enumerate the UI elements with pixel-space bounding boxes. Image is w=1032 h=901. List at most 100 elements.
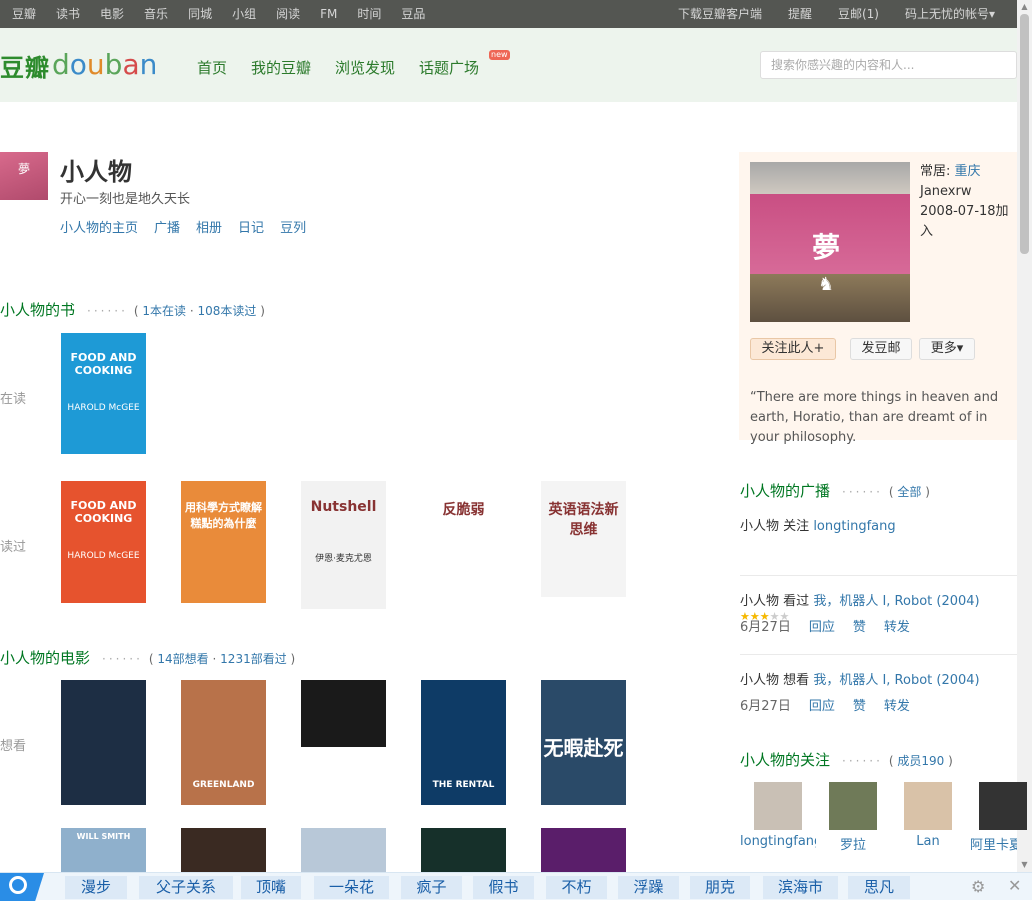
user-quote: “There are more things in heaven and ear… [750, 390, 999, 445]
movie-poster[interactable] [301, 680, 386, 747]
global-nav-item[interactable]: 阅读 [276, 0, 300, 28]
movie-poster[interactable]: GREENLAND [181, 680, 266, 805]
gear-icon[interactable]: ⚙ [971, 877, 985, 896]
account-nav-item[interactable]: 码上无忧的帐号▾ [905, 0, 995, 28]
scroll-up-arrow-icon[interactable]: ▲ [1020, 2, 1029, 11]
following-title[interactable]: 小人物的关注 [740, 751, 830, 769]
following-name[interactable]: 阿里卡夏 [970, 834, 1017, 853]
main-nav-item[interactable]: 浏览发现 [335, 57, 395, 78]
following-avatar[interactable] [979, 782, 1027, 830]
hot-tag[interactable]: 漫步 [65, 876, 127, 899]
send-mail-button[interactable]: 发豆邮 [850, 338, 912, 360]
following-avatar[interactable] [829, 782, 877, 830]
book-cover[interactable]: FOOD AND COOKING HAROLD McGEE [61, 333, 146, 454]
global-nav-item[interactable]: 豆品 [401, 0, 425, 28]
user-avatar[interactable]: 夢 [0, 152, 48, 200]
profile-link[interactable]: 相册 [196, 217, 222, 236]
movies-want-link[interactable]: 14部想看 [157, 652, 208, 666]
movie-poster[interactable] [421, 828, 506, 872]
hot-tag[interactable]: 顶嘴 [241, 876, 301, 899]
hot-tag[interactable]: 不朽 [546, 876, 607, 899]
books-meta: ( 1本在读 · 108本读过 ) [133, 304, 265, 318]
douban-logo-cn[interactable]: 豆瓣 [0, 48, 50, 83]
profile-link[interactable]: 日记 [238, 217, 264, 236]
global-nav-item[interactable]: 豆瓣 [12, 0, 36, 28]
movie-poster[interactable] [301, 828, 386, 872]
search-logo-icon[interactable] [0, 873, 44, 901]
profile-link[interactable]: 广播 [154, 217, 180, 236]
city-link[interactable]: 重庆 [955, 164, 981, 179]
bc-target-link[interactable]: 我，机器人 I, Robot (2004) [813, 594, 979, 609]
bc-target-link[interactable]: 我，机器人 I, Robot (2004) [813, 673, 979, 688]
broadcast-item: 小人物 关注 longtingfang [740, 515, 896, 534]
hot-tag[interactable]: 朋克 [690, 876, 750, 899]
like-link[interactable]: 赞 [853, 620, 866, 635]
movies-seen-link[interactable]: 1231部看过 [220, 652, 287, 666]
books-title[interactable]: 小人物的书 [0, 301, 75, 319]
more-button[interactable]: 更多▾ [919, 338, 975, 360]
book-cover[interactable]: Nutshell 伊恩·麦克尤恩 [301, 481, 386, 609]
search-input[interactable]: 搜索你感兴趣的内容和人... [760, 51, 1017, 79]
scroll-down-arrow-icon[interactable]: ▼ [1020, 860, 1029, 869]
share-link[interactable]: 转发 [884, 620, 910, 635]
books-read-link[interactable]: 108本读过 [198, 304, 257, 318]
profile-link[interactable]: 小人物的主页 [60, 217, 138, 236]
book-cover[interactable]: 用科學方式瞭解糕點的為什麼 [181, 481, 266, 603]
following-count-link[interactable]: 成员190 [897, 754, 944, 768]
global-nav-item[interactable]: 读书 [56, 0, 80, 28]
reply-link[interactable]: 回应 [809, 620, 835, 635]
hot-tag[interactable]: 一朵花 [314, 876, 389, 899]
hot-tag[interactable]: 疯子 [401, 876, 462, 899]
books-reading-link[interactable]: 1本在读 [142, 304, 186, 318]
following-avatar[interactable] [904, 782, 952, 830]
global-nav-item[interactable]: 同城 [188, 0, 212, 28]
movie-poster[interactable] [61, 680, 146, 805]
global-nav-item[interactable]: 时间 [357, 0, 381, 28]
movie-poster[interactable] [181, 828, 266, 872]
book-cover[interactable]: 英语语法新思维 [541, 481, 626, 597]
hot-tag[interactable]: 父子关系 [139, 876, 233, 899]
hot-tag[interactable]: 思凡 [848, 876, 910, 899]
main-nav-item[interactable]: 话题广场 [419, 57, 479, 78]
following-name[interactable]: 罗拉 [815, 834, 891, 853]
hot-tag[interactable]: 浮躁 [618, 876, 679, 899]
main-nav-item[interactable]: 我的豆瓣 [251, 57, 311, 78]
book-cover[interactable]: FOOD AND COOKING HAROLD McGEE [61, 481, 146, 603]
profile-link[interactable]: 豆列 [280, 217, 306, 236]
global-nav-item[interactable]: 电影 [100, 0, 124, 28]
movie-poster[interactable]: 无暇赴死 [541, 680, 626, 805]
bc-target-link[interactable]: longtingfang [813, 519, 895, 534]
global-nav-item[interactable]: 音乐 [144, 0, 168, 28]
reply-link[interactable]: 回应 [809, 699, 835, 714]
book-cover-title: FOOD AND COOKING [70, 351, 137, 377]
profile-links: 小人物的主页 广播 相册 日记 豆列 [60, 217, 322, 236]
movie-poster[interactable] [541, 828, 626, 872]
share-link[interactable]: 转发 [884, 699, 910, 714]
like-link[interactable]: 赞 [853, 699, 866, 714]
hot-tag[interactable]: 滨海市 [763, 876, 838, 899]
following-name[interactable]: longtingfang [740, 834, 816, 849]
account-nav-item[interactable]: 提醒 [788, 0, 812, 28]
movies-title[interactable]: 小人物的电影 [0, 649, 90, 667]
global-nav-item[interactable]: FM [320, 0, 337, 28]
account-nav-item[interactable]: 下载豆瓣客户端 [678, 0, 762, 28]
movie-poster[interactable]: WILL SMITH [61, 828, 146, 872]
hot-tag[interactable]: 假书 [473, 876, 534, 899]
page-scrollbar[interactable]: ▲ ▼ [1017, 0, 1032, 900]
follow-button[interactable]: 关注此人+ [750, 338, 836, 360]
douban-logo-en[interactable]: douban [52, 48, 157, 81]
movie-poster[interactable]: THE RENTAL [421, 680, 506, 805]
main-nav-item[interactable]: 首页 [197, 57, 227, 78]
close-icon[interactable]: ✕ [1008, 876, 1021, 895]
avatar-char: 夢 [812, 231, 841, 264]
bc-action: 想看 [783, 673, 810, 688]
book-cover[interactable]: 反脆弱 [421, 481, 506, 603]
following-name[interactable]: Lan [890, 834, 966, 849]
account-nav-item[interactable]: 豆邮(1) [838, 0, 879, 28]
scrollbar-thumb[interactable] [1020, 14, 1029, 254]
following-avatar[interactable] [754, 782, 802, 830]
broadcast-title[interactable]: 小人物的广播 [740, 482, 830, 500]
global-nav-item[interactable]: 小组 [232, 0, 256, 28]
broadcast-all-link[interactable]: 全部 [897, 485, 921, 499]
large-avatar[interactable]: 夢 ♞ [750, 162, 910, 322]
